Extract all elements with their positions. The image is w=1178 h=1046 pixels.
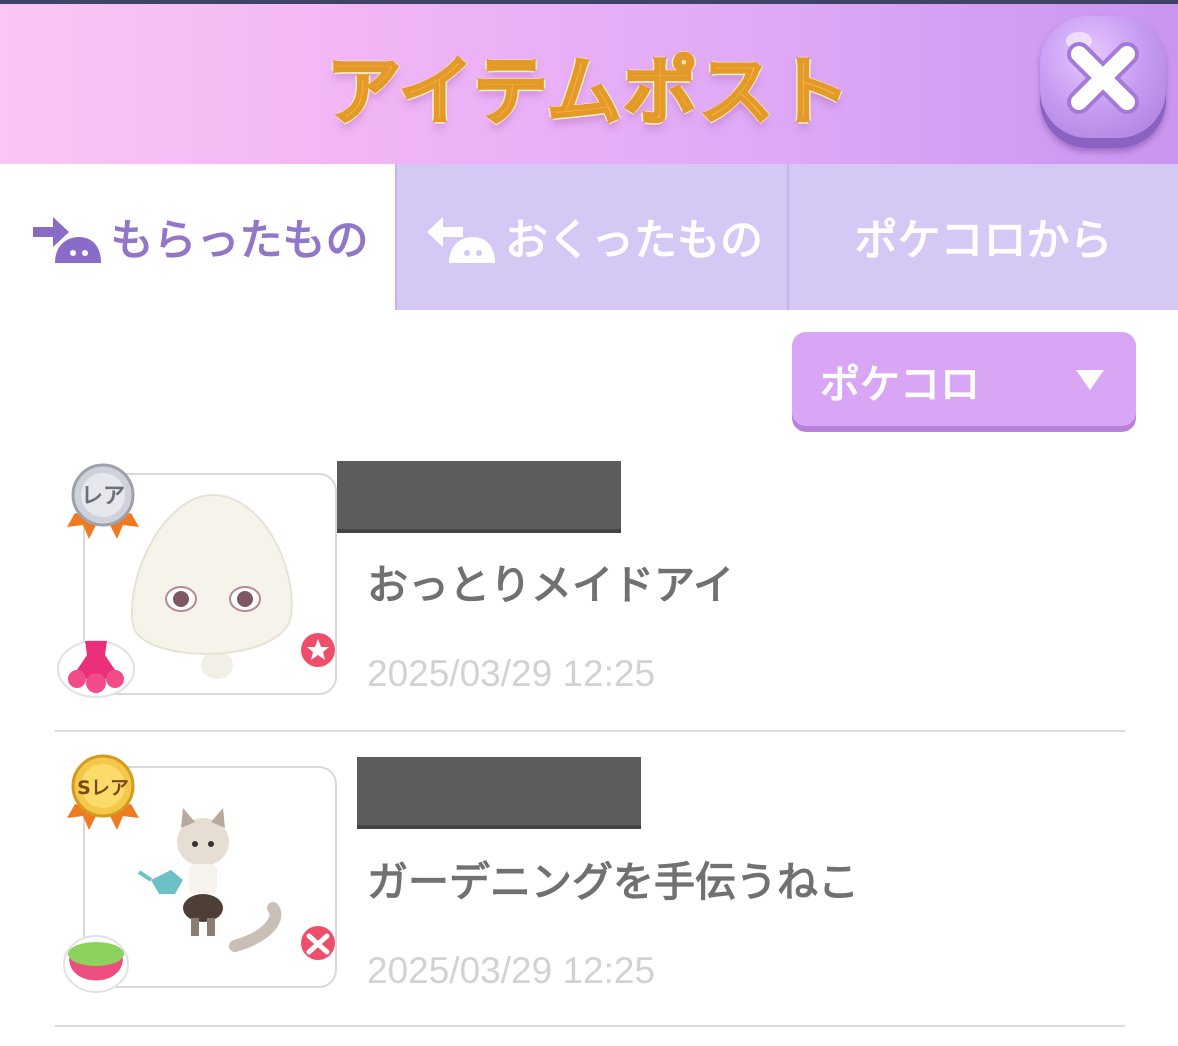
dress-icon [57,640,135,698]
rarity-label: Sレア [77,777,129,799]
close-icon [1067,42,1139,114]
tab-received-label: もらったもの [110,216,369,266]
tab-sent[interactable]: おくったもの [395,164,787,310]
list-item[interactable]: Sレア ガーデニングを手伝うねこ 2025/03/29 12:25 [55,754,1125,1027]
tab-from-pokecoro[interactable]: ポケコロから [787,164,1178,310]
page-title: アイテムポスト [325,48,852,137]
item-name: ガーデニングを手伝うねこ [367,858,859,906]
sender-name-redacted [337,461,621,533]
pet-food-icon [63,935,129,993]
list-divider [55,730,1125,732]
tab-from-pokecoro-label: ポケコロから [854,216,1113,266]
list-item[interactable]: レア おっとりメイドアイ 2025/03/29 12:25 [55,461,1125,732]
filter-selected-value: ポケコロ [820,362,980,408]
tab-received[interactable]: もらったもの [0,164,395,310]
dropdown-triangle-icon [1076,370,1104,390]
receive-arrow-icon [32,217,101,263]
tab-sent-label: おくったもの [505,216,763,266]
rarity-label: レア [81,484,125,509]
item-date: 2025/03/29 12:25 [367,950,656,991]
item-name: おっとりメイドアイ [367,561,734,609]
sender-name-redacted [357,757,641,829]
close-button[interactable] [1040,16,1166,148]
send-arrow-icon [427,217,495,263]
srare-medal-icon: Sレア [67,754,139,830]
rare-medal-icon: レア [67,463,139,539]
filter-dropdown[interactable]: ポケコロ [792,332,1136,426]
list-divider [55,1025,1125,1027]
tab-bar: もらったもの おくったもの ポケコロから [0,164,1178,310]
header-bar: アイテムポスト [0,4,1178,164]
item-date: 2025/03/29 12:25 [367,653,656,694]
